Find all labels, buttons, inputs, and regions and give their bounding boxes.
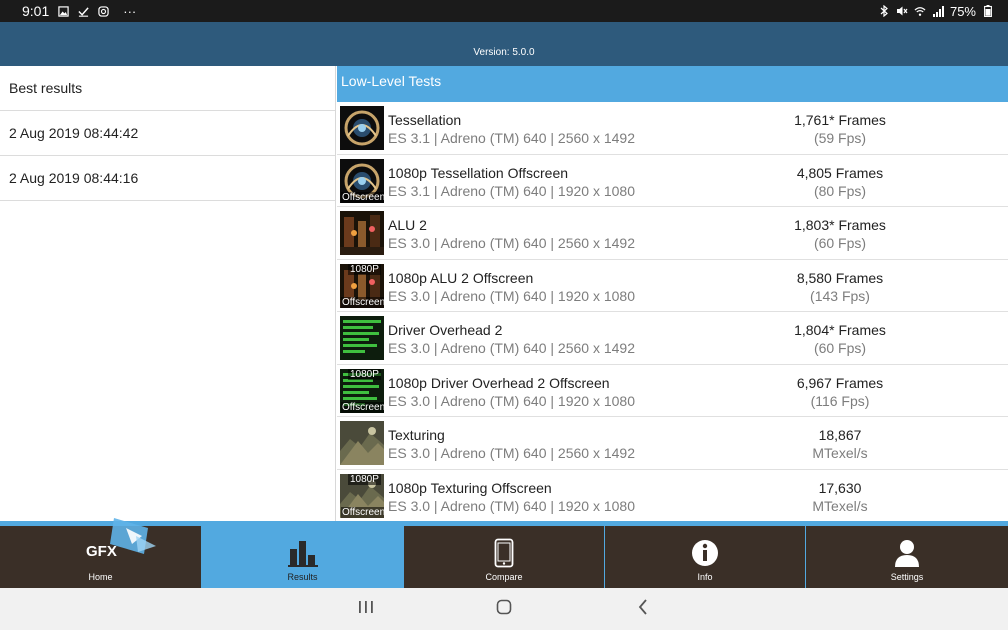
instagram-icon (97, 5, 109, 17)
resolution-badge: 1080P (348, 368, 381, 380)
tab-settings[interactable]: Settings (806, 526, 1008, 588)
test-score: 6,967 Frames (796, 374, 884, 391)
offscreen-badge: Offscreen (341, 506, 384, 518)
test-unit: (116 Fps) (810, 392, 870, 409)
recents-icon (358, 600, 374, 619)
more-indicator: ··· (123, 3, 137, 19)
test-score: 17,630 (818, 479, 862, 496)
recents-button[interactable] (355, 598, 377, 620)
test-unit: (59 Fps) (813, 130, 867, 146)
tab-info[interactable]: Info (605, 526, 805, 588)
test-row[interactable]: ALU 2 ES 3.0 | Adreno (TM) 640 | 2560 x 1… (337, 207, 1008, 260)
test-details: ES 3.1 | Adreno (TM) 640 | 1920 x 1080 (388, 182, 635, 199)
test-name: ALU 2 (388, 217, 427, 233)
offscreen-badge: Offscreen (341, 191, 384, 203)
back-icon (637, 598, 649, 620)
test-score: 4,805 Frames (796, 164, 884, 181)
wifi-icon (914, 5, 926, 17)
driver-thumbnail: 1080P Offscreen (340, 368, 384, 413)
tab-label: Settings (890, 572, 924, 582)
test-name: Driver Overhead 2 (388, 322, 503, 338)
test-details: ES 3.0 | Adreno (TM) 640 | 2560 x 1492 (388, 445, 635, 461)
test-score: 18,867 (818, 427, 862, 443)
test-row[interactable]: 1080P Offscreen 1080p ALU 2 Offscreen ES 3.… (337, 260, 1008, 312)
test-details: ES 3.0 | Adreno (TM) 640 | 1920 x 1080 (388, 287, 635, 304)
version-label: Version: 5.0.0 (473, 47, 535, 58)
offscreen-badge: Offscreen (341, 296, 384, 308)
resolution-badge: 1080P (348, 263, 381, 275)
best-results-item[interactable]: Best results (0, 66, 335, 111)
back-button[interactable] (632, 598, 654, 620)
tab-compare[interactable]: Compare (404, 526, 604, 588)
gfx-logo-icon: GFX (86, 514, 176, 584)
check-icon (77, 5, 89, 17)
test-details: ES 3.0 | Adreno (TM) 640 | 1920 x 1080 (388, 392, 635, 409)
tessellation-thumbnail (340, 106, 384, 150)
tab-results[interactable]: Results (202, 526, 403, 588)
tab-label: Compare (485, 572, 523, 582)
test-score: 1,803* Frames (794, 217, 886, 233)
test-row[interactable]: Tessellation ES 3.1 | Adreno (TM) 640 | 2… (337, 102, 1008, 155)
test-details: ES 3.0 | Adreno (TM) 640 | 2560 x 1492 (388, 340, 635, 356)
test-unit: (60 Fps) (813, 235, 867, 251)
signal-icon (932, 5, 944, 17)
test-name: 1080p ALU 2 Offscreen (388, 269, 534, 286)
alu-thumbnail: 1080P Offscreen (340, 263, 384, 308)
image-icon (57, 5, 69, 17)
resolution-badge: 1080P (348, 473, 381, 485)
section-header: Low-Level Tests (337, 66, 1008, 102)
status-bar: 9:01 ··· 75% (0, 0, 1008, 22)
test-row[interactable]: Texturing ES 3.0 | Adreno (TM) 640 | 2560… (337, 417, 1008, 470)
info-icon (690, 538, 720, 568)
tessellation-thumbnail: Offscreen (340, 158, 384, 203)
user-icon (892, 538, 922, 568)
offscreen-badge: Offscreen (341, 401, 384, 413)
app-header: Version: 5.0.0 (0, 22, 1008, 66)
tab-label: Results (287, 572, 318, 582)
test-name: Tessellation (388, 112, 462, 128)
test-score: 1,804* Frames (794, 322, 886, 338)
bluetooth-icon (878, 5, 890, 17)
home-button[interactable] (493, 598, 515, 620)
test-results-panel: Low-Level Tests Tessellation ES 3.1 | Adr… (337, 66, 1008, 522)
test-details: ES 3.1 | Adreno (TM) 640 | 2560 x 1492 (388, 130, 635, 146)
phone-icon (489, 538, 519, 568)
texturing-thumbnail: 1080P Offscreen (340, 473, 384, 518)
test-name: 1080p Tessellation Offscreen (388, 164, 569, 181)
test-unit: MTexel/s (812, 445, 868, 461)
test-details: ES 3.0 | Adreno (TM) 640 | 2560 x 1492 (388, 235, 635, 251)
result-entry[interactable]: 2 Aug 2019 08:44:42 (0, 111, 335, 156)
battery-icon (982, 5, 994, 17)
test-row[interactable]: 1080P Offscreen 1080p Driver Overhead 2 Of… (337, 365, 1008, 417)
test-score: 8,580 Frames (796, 269, 884, 286)
test-score: 1,761* Frames (794, 112, 886, 128)
test-unit: (60 Fps) (813, 340, 867, 356)
result-entry[interactable]: 2 Aug 2019 08:44:16 (0, 156, 335, 201)
bar-chart-icon (287, 538, 318, 568)
test-name: Texturing (388, 427, 445, 443)
system-nav-bar (0, 588, 1008, 630)
section-title: Low-Level Tests (341, 73, 442, 89)
mute-icon (896, 5, 908, 17)
test-unit: (143 Fps) (810, 287, 870, 304)
texturing-thumbnail (340, 421, 384, 465)
home-icon (496, 599, 512, 620)
test-row[interactable]: 1080P Offscreen 1080p Texturing Offscreen E… (337, 470, 1008, 522)
alu-thumbnail (340, 211, 384, 255)
clock: 9:01 (22, 3, 50, 19)
driver-thumbnail (340, 316, 384, 360)
battery-level: 75% (949, 3, 976, 19)
test-name: 1080p Driver Overhead 2 Offscreen (388, 374, 610, 391)
test-list: Tessellation ES 3.1 | Adreno (TM) 640 | 2… (337, 102, 1008, 522)
results-history-panel: Best results 2 Aug 2019 08:44:42 2 Aug 2… (0, 66, 336, 522)
test-details: ES 3.0 | Adreno (TM) 640 | 1920 x 1080 (388, 497, 635, 514)
test-row[interactable]: Offscreen 1080p Tessellation Offscreen ES … (337, 155, 1008, 207)
test-unit: (80 Fps) (813, 182, 867, 199)
test-name: 1080p Texturing Offscreen (388, 479, 552, 496)
test-row[interactable]: Driver Overhead 2 ES 3.0 | Adreno (TM) 64… (337, 312, 1008, 365)
test-unit: MTexel/s (812, 497, 868, 514)
gfx-logo-text: GFX (86, 543, 117, 560)
tab-label: Info (697, 572, 713, 582)
